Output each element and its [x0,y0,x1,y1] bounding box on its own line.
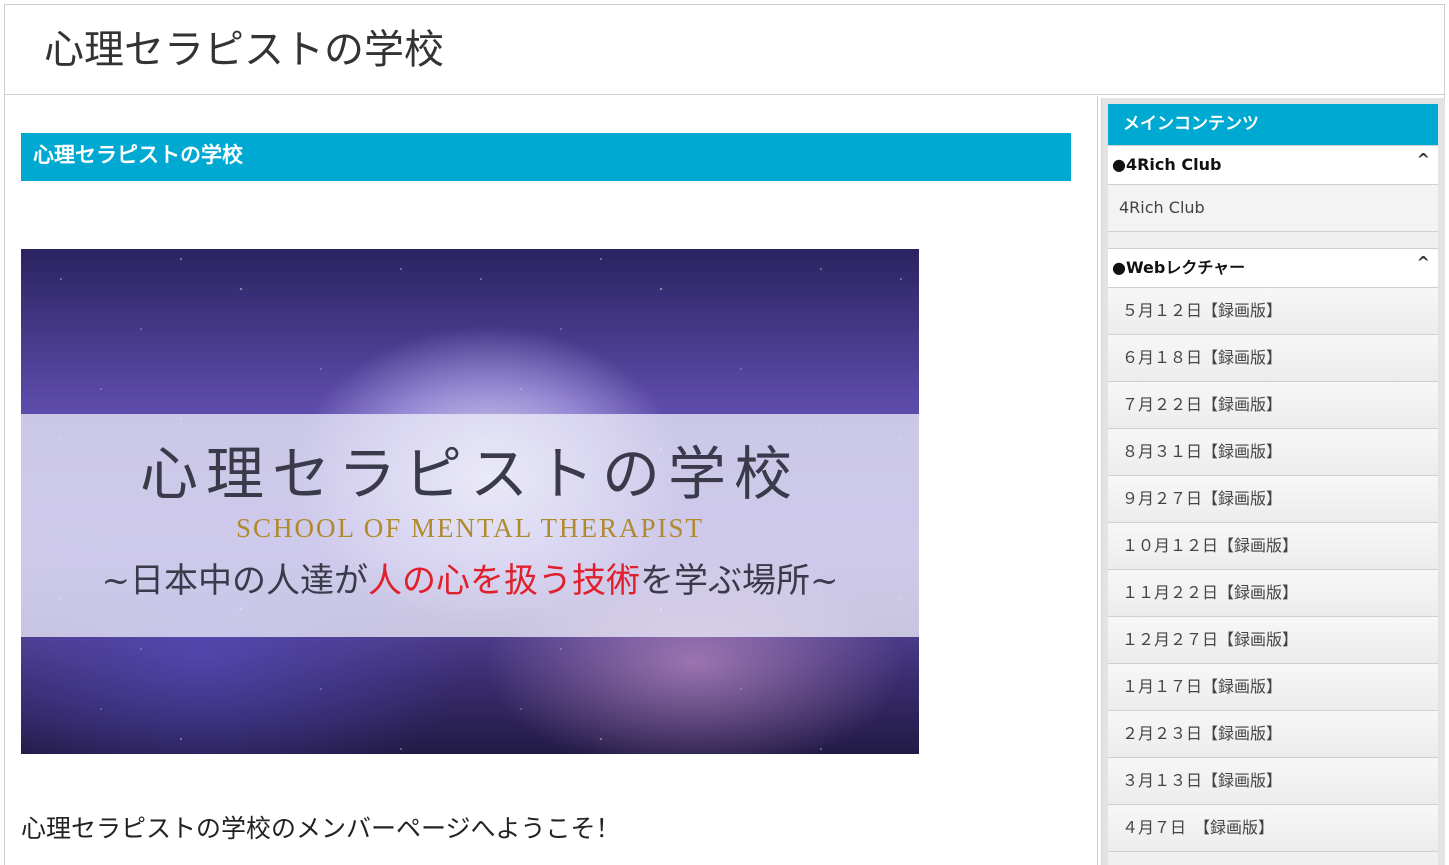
site-header: 心理セラピストの学校 [4,4,1445,95]
sidebar-group-label: ●4Rich Club [1112,155,1222,174]
sidebar-item-lecture-0117[interactable]: １月１７日【録画版】 [1108,664,1438,711]
sidebar-item-lecture-0407[interactable]: ４月７日 【録画版】 [1108,805,1438,852]
banner-title: 心理セラピストの学校 [139,440,800,508]
sidebar-item-lecture-0722[interactable]: ７月２２日【録画版】 [1108,382,1438,429]
welcome-text: 心理セラピストの学校のメンバーページへようこそ！ [21,814,621,843]
sidebar-item-lecture-0512[interactable]: ５月１２日【録画版】 [1108,288,1438,335]
section-heading: 心理セラピストの学校 [21,133,1071,181]
chevron-up-icon[interactable]: ^ [1417,150,1430,170]
banner-tagline-highlight: 人の心を扱う技術 [368,561,640,601]
sidebar-item-lecture-0618[interactable]: ６月１８日【録画版】 [1108,335,1438,382]
sidebar-item-lecture-0313[interactable]: ３月１３日【録画版】 [1108,758,1438,805]
sidebar-item-lecture-1012[interactable]: １０月１２日【録画版】 [1108,523,1438,570]
sidebar-item-lecture-1122[interactable]: １１月２２日【録画版】 [1108,570,1438,617]
banner-tagline-post: を学ぶ場所~ [640,561,839,601]
sidebar-menu: メインコンテンツ ●4Rich Club ^ 4Rich Club ●Webレク… [1108,104,1438,865]
sidebar-item-lecture-0927[interactable]: ９月２７日【録画版】 [1108,476,1438,523]
sidebar-gap [1108,232,1438,248]
banner-image: 心理セラピストの学校 SCHOOL OF MENTAL THERAPIST ~日… [21,249,919,754]
main-content: 心理セラピストの学校 心理セラピストの学校 SCHOOL OF MENTAL T… [21,96,1071,865]
sidebar-group-4rich-club[interactable]: ●4Rich Club ^ [1108,145,1438,185]
sidebar-item-lecture-0223[interactable]: ２月２３日【録画版】 [1108,711,1438,758]
sidebar-group-web-lecture[interactable]: ●Webレクチャー ^ [1108,248,1438,288]
banner-tagline: ~日本中の人達が人の心を扱う技術を学ぶ場所~ [21,557,919,605]
sidebar-item-4rich-club[interactable]: 4Rich Club [1108,185,1438,232]
sidebar-item-lecture-0831[interactable]: ８月３１日【録画版】 [1108,429,1438,476]
chevron-up-icon[interactable]: ^ [1417,253,1430,273]
sidebar-group-label: ●Webレクチャー [1112,258,1246,277]
sidebar-header: メインコンテンツ [1108,104,1438,145]
banner-subtitle: SCHOOL OF MENTAL THERAPIST [235,513,705,543]
site-title[interactable]: 心理セラピストの学校 [44,26,444,74]
banner-tagline-pre: ~日本中の人達が [101,561,369,601]
sidebar-item-lecture-1227[interactable]: １２月２７日【録画版】 [1108,617,1438,664]
